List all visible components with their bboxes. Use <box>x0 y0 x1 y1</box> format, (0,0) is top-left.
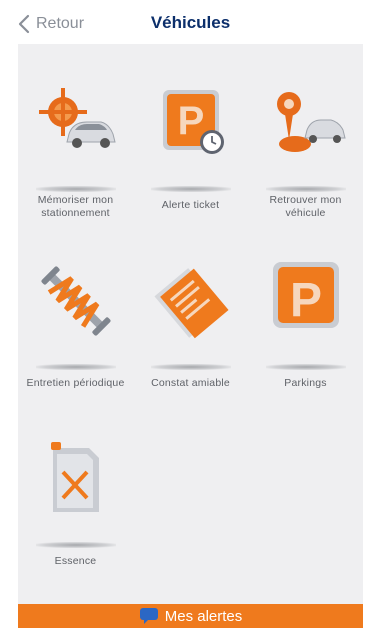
tile-fuel[interactable]: Essence <box>18 438 133 613</box>
parked-car-locator-icon <box>38 88 116 148</box>
tile-label: Parkings <box>284 377 327 389</box>
parking-sign-icon: P <box>272 262 339 328</box>
page-title: Véhicules <box>150 13 231 32</box>
tile-label: Mémoriser mon stationnement <box>37 194 114 219</box>
tile-label: Alerte ticket <box>161 199 220 211</box>
tile-find-vehicle[interactable]: Retrouver mon véhicule <box>248 82 363 257</box>
chat-bubble-icon <box>139 608 158 624</box>
tile-ticket-alert[interactable]: P Alerte ticket <box>133 82 248 257</box>
parking-ticket-clock-icon: P <box>162 90 224 154</box>
vehicle-menu-grid: Mémoriser mon stationnement P Alerte tic… <box>18 44 363 604</box>
tile-shadow <box>150 364 231 370</box>
tile-shadow <box>265 186 346 192</box>
fuel-can-icon <box>50 442 99 512</box>
tile-accident-report[interactable]: Constat amiable <box>133 260 248 435</box>
tile-shadow <box>265 364 346 370</box>
tile-label: Entretien périodique <box>26 377 125 389</box>
svg-text:P: P <box>289 274 321 327</box>
accident-report-icon <box>153 268 229 339</box>
tile-shadow <box>150 186 231 192</box>
tile-shadow <box>35 542 116 548</box>
tile-memorize-parking[interactable]: Mémoriser mon stationnement <box>18 82 133 257</box>
shock-absorber-icon <box>40 266 111 336</box>
tile-shadow <box>35 186 116 192</box>
tile-label: Retrouver mon véhicule <box>269 194 342 219</box>
nav-bar: Retour Véhicules <box>0 0 381 44</box>
tile-parkings[interactable]: P Parkings <box>248 260 363 435</box>
find-car-pin-icon <box>276 92 346 152</box>
tile-shadow <box>35 364 116 370</box>
tile-label: Constat amiable <box>151 377 230 389</box>
tile-periodic-maintenance[interactable]: Entretien périodique <box>18 260 133 435</box>
tile-label: Essence <box>54 555 97 567</box>
alerts-bar-label: Mes alertes <box>164 607 243 625</box>
svg-text:P: P <box>177 99 204 143</box>
alerts-bar-button[interactable]: Mes alertes <box>18 604 363 628</box>
